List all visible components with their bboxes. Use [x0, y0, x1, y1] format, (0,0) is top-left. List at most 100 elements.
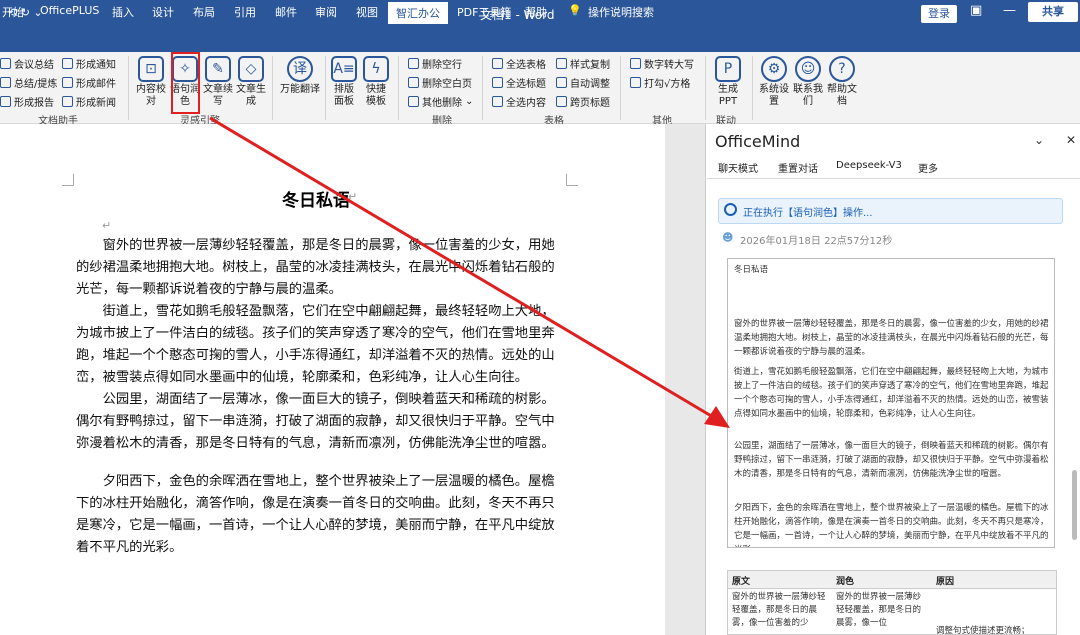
heading-icon — [492, 77, 503, 88]
result-paragraph: 夕阳西下，金色的余晖洒在雪地上，整个世界被染上了一层温暖的橘色。屋檐下的冰柱开始… — [734, 503, 1049, 547]
help-doc-button[interactable]: ? 帮助文档 — [826, 56, 858, 108]
minimize-icon[interactable]: — — [1003, 3, 1016, 18]
ribbon-separator — [398, 56, 399, 120]
news-icon — [62, 96, 73, 107]
typeset-icon: A≡ — [331, 56, 357, 82]
tab-help[interactable]: 帮助 — [525, 4, 547, 20]
proofread-button[interactable]: ⊡ 内容校对 — [134, 56, 168, 108]
model-select-menu[interactable]: Deepseek-V3 — [836, 160, 902, 171]
chevron-down-icon: ⌄ — [465, 96, 474, 107]
mail-icon — [62, 77, 73, 88]
polish-result-box[interactable]: 冬日私语 窗外的世界被一层薄纱轻轻覆盖，那是冬日的晨雾，像一位害羞的少女，用她的… — [727, 258, 1055, 548]
polish-highlight-box — [171, 52, 200, 114]
report-icon — [0, 96, 11, 107]
cross-page-icon — [556, 96, 567, 107]
ribbon-display-icon[interactable]: ▣ — [970, 3, 982, 18]
tab-layout[interactable]: 布局 — [193, 4, 215, 20]
table-header: 原因 — [932, 571, 1056, 589]
form-report-button[interactable]: 形成报告 — [0, 94, 54, 109]
meeting-summary-button[interactable]: 会议总结 — [0, 56, 54, 71]
tab-home[interactable]: 开始 — [2, 4, 24, 20]
pane-divider — [707, 178, 1080, 179]
summary-icon — [0, 77, 11, 88]
tab-review[interactable]: 审阅 — [315, 4, 337, 20]
table-icon — [492, 58, 503, 69]
document-title[interactable]: 冬日私语 — [282, 186, 350, 211]
style-copy-icon — [556, 58, 567, 69]
ribbon-separator — [705, 56, 706, 120]
summary-extract-button[interactable]: 总结/提炼 — [0, 75, 57, 90]
delete-blank-page-button[interactable]: 删除空白页 — [408, 75, 472, 90]
document-paragraph[interactable]: 公园里，湖面结了一层薄冰，像一面巨大的镜子，倒映着蓝天和稀疏的树影。偶尔有野鸭掠… — [76, 389, 562, 455]
ribbon-separator — [752, 56, 753, 120]
form-notice-button[interactable]: 形成通知 — [62, 56, 116, 71]
ppt-icon: P — [715, 56, 741, 82]
reset-chat-menu[interactable]: 重置对话 — [778, 160, 818, 175]
checkbox-tick-button[interactable]: 打勾√方格 — [630, 75, 690, 90]
message-timestamp: 2026年01月18日 22点57分12秒 — [740, 236, 893, 247]
document-paragraph[interactable]: 街道上，雪花如鹅毛般轻盈飘落，它们在空中翩翩起舞，最终轻轻吻上大地，为城市披上了… — [76, 301, 562, 389]
generate-article-button[interactable]: ◇ 文章生成 — [236, 56, 266, 108]
pane-title: OfficeMind — [715, 132, 801, 151]
select-all-content-button[interactable]: 全选内容 — [492, 94, 546, 109]
lightbulb-icon: 💡 — [568, 4, 582, 17]
crop-mark — [566, 174, 578, 186]
number-to-uppercase-button[interactable]: 数字转大写 — [630, 56, 694, 71]
system-settings-button[interactable]: ⚙ 系统设置 — [758, 56, 790, 108]
quick-template-button[interactable]: ϟ 快捷模板 — [362, 56, 390, 108]
tab-mailings[interactable]: 邮件 — [275, 4, 297, 20]
ribbon-separator — [482, 56, 483, 120]
share-button[interactable]: 共享 — [1028, 2, 1078, 22]
login-button[interactable]: 登录 — [921, 5, 957, 23]
tab-view[interactable]: 视图 — [356, 4, 378, 20]
table-cell: 调整句式使描述更流畅； — [936, 626, 1030, 635]
cross-page-title-button[interactable]: 跨页标题 — [556, 94, 610, 109]
gear-icon: ⚙ — [761, 56, 787, 82]
chevron-down-icon[interactable]: ⌄ — [1034, 133, 1044, 147]
checkbox-icon — [630, 77, 641, 88]
tab-design[interactable]: 设计 — [152, 4, 174, 20]
universal-translate-button[interactable]: 译万能翻译 — [280, 56, 320, 96]
style-copy-button[interactable]: 样式复制 — [556, 56, 610, 71]
tell-me-search[interactable]: 操作说明搜索 — [588, 4, 654, 20]
document-paragraph[interactable]: 窗外的世界被一层薄纱轻轻覆盖，那是冬日的晨雾，像一位害羞的少女，用她的纱裙温柔地… — [76, 235, 562, 301]
continue-writing-button[interactable]: ✎ 文章续写 — [203, 56, 233, 108]
chat-mode-menu[interactable]: 聊天模式 — [718, 160, 758, 175]
close-pane-icon[interactable]: ✕ — [1066, 133, 1076, 147]
ribbon-separator — [272, 56, 273, 120]
paragraph-mark: ↵ — [102, 219, 112, 232]
chat-icon: ☺ — [795, 56, 821, 82]
meeting-icon — [0, 58, 11, 69]
tab-officeplus[interactable]: OfficePLUS — [40, 4, 99, 17]
help-icon: ? — [829, 56, 855, 82]
pane-scrollbar[interactable] — [1072, 470, 1077, 540]
tab-references[interactable]: 引用 — [234, 4, 256, 20]
form-news-button[interactable]: 形成新闻 — [62, 94, 116, 109]
number-icon — [630, 58, 641, 69]
select-all-titles-button[interactable]: 全选标题 — [492, 75, 546, 90]
other-delete-button[interactable]: 其他删除 ⌄ — [408, 94, 473, 109]
document-paragraph[interactable]: 夕阳西下，金色的余晖洒在雪地上，整个世界被染上了一层温暖的橘色。屋檐下的冰柱开始… — [76, 471, 562, 559]
auto-adjust-button[interactable]: 自动调整 — [556, 75, 610, 90]
eraser-icon: ◇ — [238, 56, 264, 82]
delete-empty-lines-button[interactable]: 删除空行 — [408, 56, 462, 71]
result-paragraph: 公园里，湖面结了一层薄冰，像一面巨大的镜子，倒映着蓝天和稀疏的树影。偶尔有野鸭掠… — [734, 441, 1049, 479]
ribbon-separator — [128, 56, 129, 120]
select-all-tables-button[interactable]: 全选表格 — [492, 56, 546, 71]
more-menu[interactable]: 更多 — [918, 160, 938, 175]
info-icon — [724, 203, 737, 216]
generate-ppt-button[interactable]: P 生成PPT — [710, 56, 746, 108]
tab-insert[interactable]: 插入 — [112, 4, 134, 20]
table-cell: 窗外的世界被一层薄纱轻轻覆盖，那是冬日的晨雾，像一位害羞的少 — [732, 592, 826, 628]
ribbon-separator — [620, 56, 621, 120]
tab-pdf-toolbox[interactable]: PDF工具箱 — [457, 4, 511, 20]
ribbon-tabs — [0, 28, 1080, 52]
tab-smart-office[interactable]: 智汇办公 — [388, 2, 448, 24]
delete-lines-icon — [408, 58, 419, 69]
typeset-panel-button[interactable]: A≡ 排版面板 — [330, 56, 358, 108]
result-paragraph: 窗外的世界被一层薄纱轻轻覆盖，那是冬日的晨雾，像一位害羞的少女，用她的纱裙温柔地… — [734, 319, 1049, 357]
form-email-button[interactable]: 形成邮件 — [62, 75, 116, 90]
content-icon — [492, 96, 503, 107]
delete-page-icon — [408, 77, 419, 88]
contact-us-button[interactable]: ☺ 联系我们 — [792, 56, 824, 108]
